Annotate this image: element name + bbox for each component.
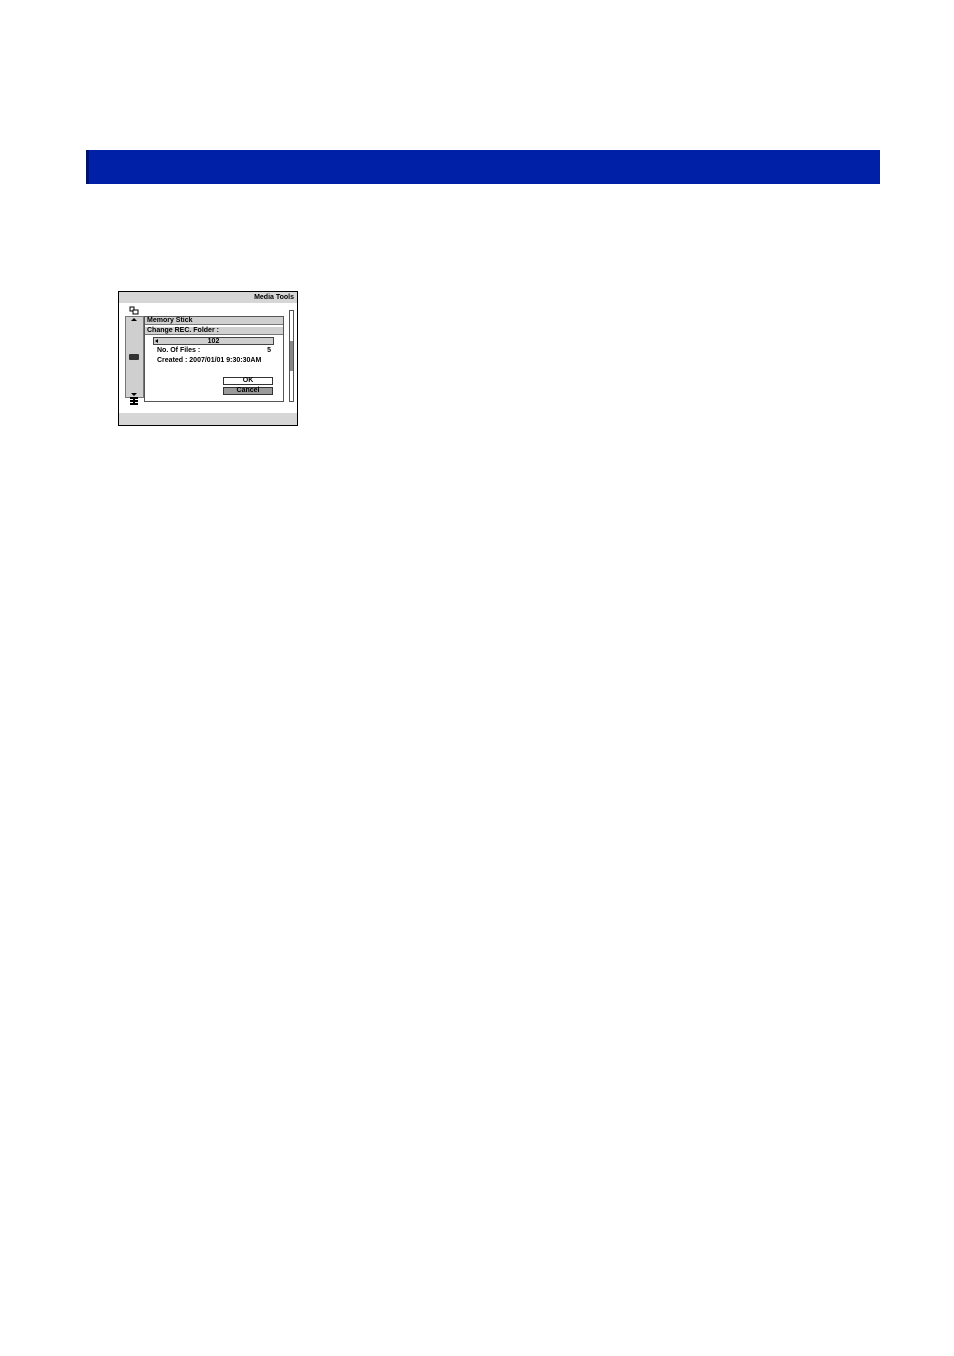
scrollbar-thumb[interactable] xyxy=(290,341,293,371)
created-info: Created : 2007/01/01 9:30:30AM xyxy=(157,357,262,364)
memory-stick-icon[interactable] xyxy=(129,354,139,360)
files-value: 5 xyxy=(267,347,271,354)
arrow-down-icon[interactable] xyxy=(131,393,137,396)
header-bar-edge xyxy=(86,150,89,184)
camera-screen: Media Tools Memory Stick Change REC. Fol… xyxy=(118,291,298,426)
section-header-bar xyxy=(86,150,880,184)
media-label: Memory Stick xyxy=(145,317,283,325)
media-tools-icon xyxy=(129,306,139,315)
ok-button[interactable]: OK xyxy=(223,377,273,385)
screen-title: Media Tools xyxy=(254,294,294,301)
settings-icon[interactable] xyxy=(129,397,139,405)
change-folder-dialog: Memory Stick Change REC. Folder : 102 No… xyxy=(144,316,284,402)
cancel-button[interactable]: Cancel xyxy=(223,387,273,395)
folder-selector[interactable]: 102 xyxy=(153,337,274,345)
dialog-heading: Change REC. Folder : xyxy=(145,327,283,335)
arrow-up-icon[interactable] xyxy=(131,318,137,321)
media-selector-strip[interactable] xyxy=(125,316,144,398)
screen-top-bar: Media Tools xyxy=(119,292,297,303)
folder-number: 102 xyxy=(207,338,220,345)
screen-bottom-bar xyxy=(119,413,297,425)
scrollbar[interactable] xyxy=(289,310,294,402)
